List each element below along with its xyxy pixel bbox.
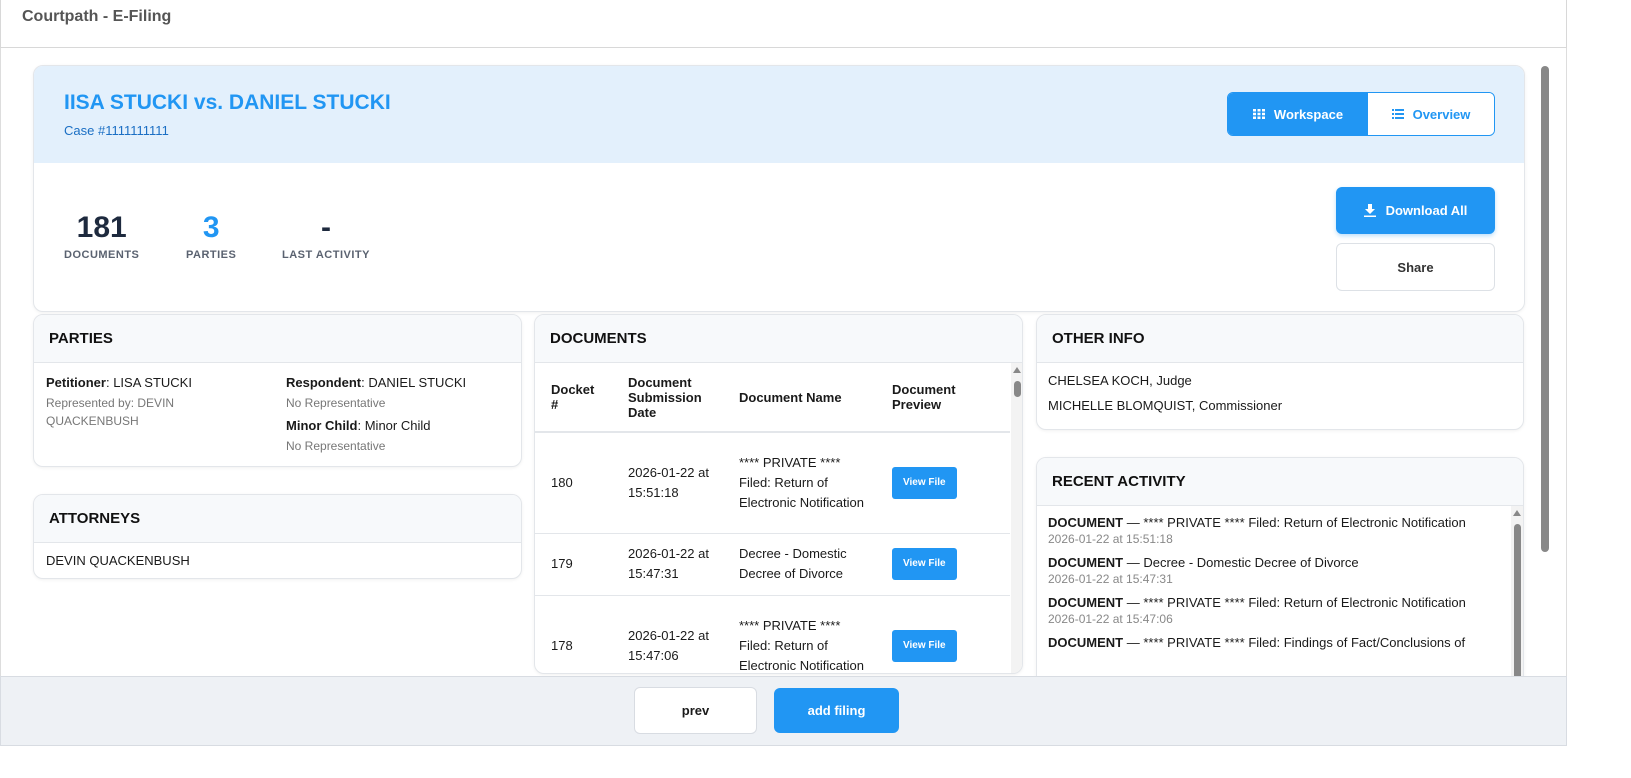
col-name: Document Name [723,363,876,433]
stat-label: PARTIES [186,249,237,261]
activity-type: DOCUMENT [1048,635,1124,650]
case-title: IISA STUCKI vs. DANIEL STUCKI [64,91,391,114]
activity-item: DOCUMENT — Decree - Domestic Decree of D… [1037,555,1507,586]
download-icon [1363,204,1376,217]
activity-text: — **** PRIVATE **** Filed: Return of Ele… [1123,595,1466,610]
grid-icon [1252,109,1265,119]
commissioner-item: MICHELLE BLOMQUIST, Commissioner [1048,398,1283,413]
activity-item: DOCUMENT — **** PRIVATE **** Filed: Find… [1037,635,1507,650]
page-scrollbar[interactable] [1541,66,1549,552]
panel-heading: PARTIES [34,315,521,363]
col-docket: Docket # [535,363,612,433]
party-role: Minor Child [286,418,358,433]
add-filing-button[interactable]: add filing [774,688,899,733]
parties-panel: PARTIES Petitioner: LISA STUCKI Represen… [33,314,522,467]
stat-documents: 181 DOCUMENTS [64,211,139,261]
attorney-item: DEVIN QUACKENBUSH [46,553,190,568]
attorneys-panel: ATTORNEYS DEVIN QUACKENBUSH [33,494,522,579]
activity-text: — Decree - Domestic Decree of Divorce [1123,555,1359,570]
panel-heading: OTHER INFO [1037,315,1523,363]
party-representative: No Representative [286,439,386,453]
case-number: Case #1111111111 [64,123,169,138]
view-file-button[interactable]: View File [892,466,957,499]
date-cell: 2026-01-22 at 15:47:06 [612,595,723,673]
recent-activity-panel: RECENT ACTIVITY DOCUMENT — **** PRIVATE … [1036,457,1524,687]
list-icon [1391,109,1404,119]
activity-time: 2026-01-22 at 15:47:06 [1048,612,1173,626]
view-file-button[interactable]: View File [892,629,957,662]
stat-label: LAST ACTIVITY [282,249,370,261]
activity-item: DOCUMENT — **** PRIVATE **** Filed: Retu… [1037,515,1507,546]
stat-value: - [320,211,331,244]
overview-tab[interactable]: Overview [1368,93,1494,135]
party-role: Petitioner [46,375,106,390]
activity-type: DOCUMENT [1048,595,1124,610]
name-cell: **** PRIVATE **** Filed: Return of Elect… [723,432,876,534]
activity-type: DOCUMENT [1048,515,1124,530]
activity-type: DOCUMENT [1048,555,1124,570]
scroll-thumb[interactable] [1514,524,1521,684]
party-representative: No Representative [286,396,386,410]
party-name: : LISA STUCKI [105,375,192,390]
col-preview: Document Preview [876,363,1010,433]
panel-heading: DOCUMENTS [535,315,1022,363]
scroll-up-icon[interactable] [1513,510,1521,516]
petitioner: Petitioner: LISA STUCKI Represented by: … [46,375,266,430]
name-cell: Decree - Domestic Decree of Divorce [723,533,876,596]
documents-scrollbar[interactable] [1011,363,1022,673]
title-bar: Courtpath - E-Filing [0,0,1567,48]
view-file-button[interactable]: View File [892,548,957,580]
download-all-button[interactable]: Download All [1336,187,1495,234]
download-all-label: Download All [1385,203,1468,218]
documents-table: Docket # Document Submission Date Docume… [535,363,1010,673]
name-cell: **** PRIVATE **** Filed: Return of Elect… [723,595,876,673]
party-representative: Represented by: DEVIN QUACKENBUSH [46,396,175,428]
date-cell: 2026-01-22 at 15:47:31 [612,533,723,596]
docket-cell: 180 [535,432,612,534]
activity-text: — **** PRIVATE **** Filed: Return of Ele… [1123,515,1466,530]
stat-last-activity: - LAST ACTIVITY [282,211,370,261]
scroll-thumb[interactable] [1014,381,1021,397]
view-toggle: Workspace Overview [1227,92,1495,136]
share-button[interactable]: Share [1336,243,1495,291]
footer-bar: prev add filing [0,676,1567,746]
case-header-card: IISA STUCKI vs. DANIEL STUCKI Case #1111… [33,65,1525,312]
activity-item: DOCUMENT — **** PRIVATE **** Filed: Retu… [1037,595,1507,626]
activity-time: 2026-01-22 at 15:47:31 [1048,572,1173,586]
table-row: 180 2026-01-22 at 15:51:18 **** PRIVATE **… [535,432,1010,534]
docket-cell: 179 [535,533,612,596]
table-row: 178 2026-01-22 at 15:47:06 **** PRIVATE **… [535,595,1010,673]
activity-time: 2026-01-22 at 15:51:18 [1048,532,1173,546]
documents-panel: DOCUMENTS Docket # Document Submission D… [534,314,1023,674]
documents-table-wrap: Docket # Document Submission Date Docume… [535,363,1022,673]
party-name: : Minor Child [357,418,431,433]
respondent: Respondent: DANIEL STUCKI No Representat… [286,375,516,455]
party-name: : DANIEL STUCKI [361,375,467,390]
workspace-tab[interactable]: Workspace [1228,93,1368,135]
other-info-panel: OTHER INFO CHELSEA KOCH, Judge MICHELLE … [1036,314,1524,430]
col-date: Document Submission Date [612,363,723,433]
activity-scrollbar[interactable] [1511,506,1523,686]
overview-label: Overview [1412,106,1471,122]
judge-item: CHELSEA KOCH, Judge [1048,373,1192,388]
table-row: 179 2026-01-22 at 15:47:31 Decree - Domest… [535,533,1010,596]
stat-value: 181 [76,211,127,244]
app-title: Courtpath - E-Filing [22,8,172,25]
stat-parties: 3 PARTIES [186,211,236,261]
scroll-up-icon[interactable] [1013,367,1021,373]
activity-text: — **** PRIVATE **** Filed: Findings of F… [1123,635,1466,650]
docket-cell: 178 [535,595,612,673]
prev-button[interactable]: prev [634,687,757,734]
workspace-label: Workspace [1273,106,1344,122]
stat-value: 3 [202,211,220,244]
date-cell: 2026-01-22 at 15:51:18 [612,432,723,534]
stat-label: DOCUMENTS [64,249,140,261]
panel-heading: ATTORNEYS [34,495,521,543]
panel-heading: RECENT ACTIVITY [1037,458,1523,506]
party-role: Respondent [286,375,362,390]
